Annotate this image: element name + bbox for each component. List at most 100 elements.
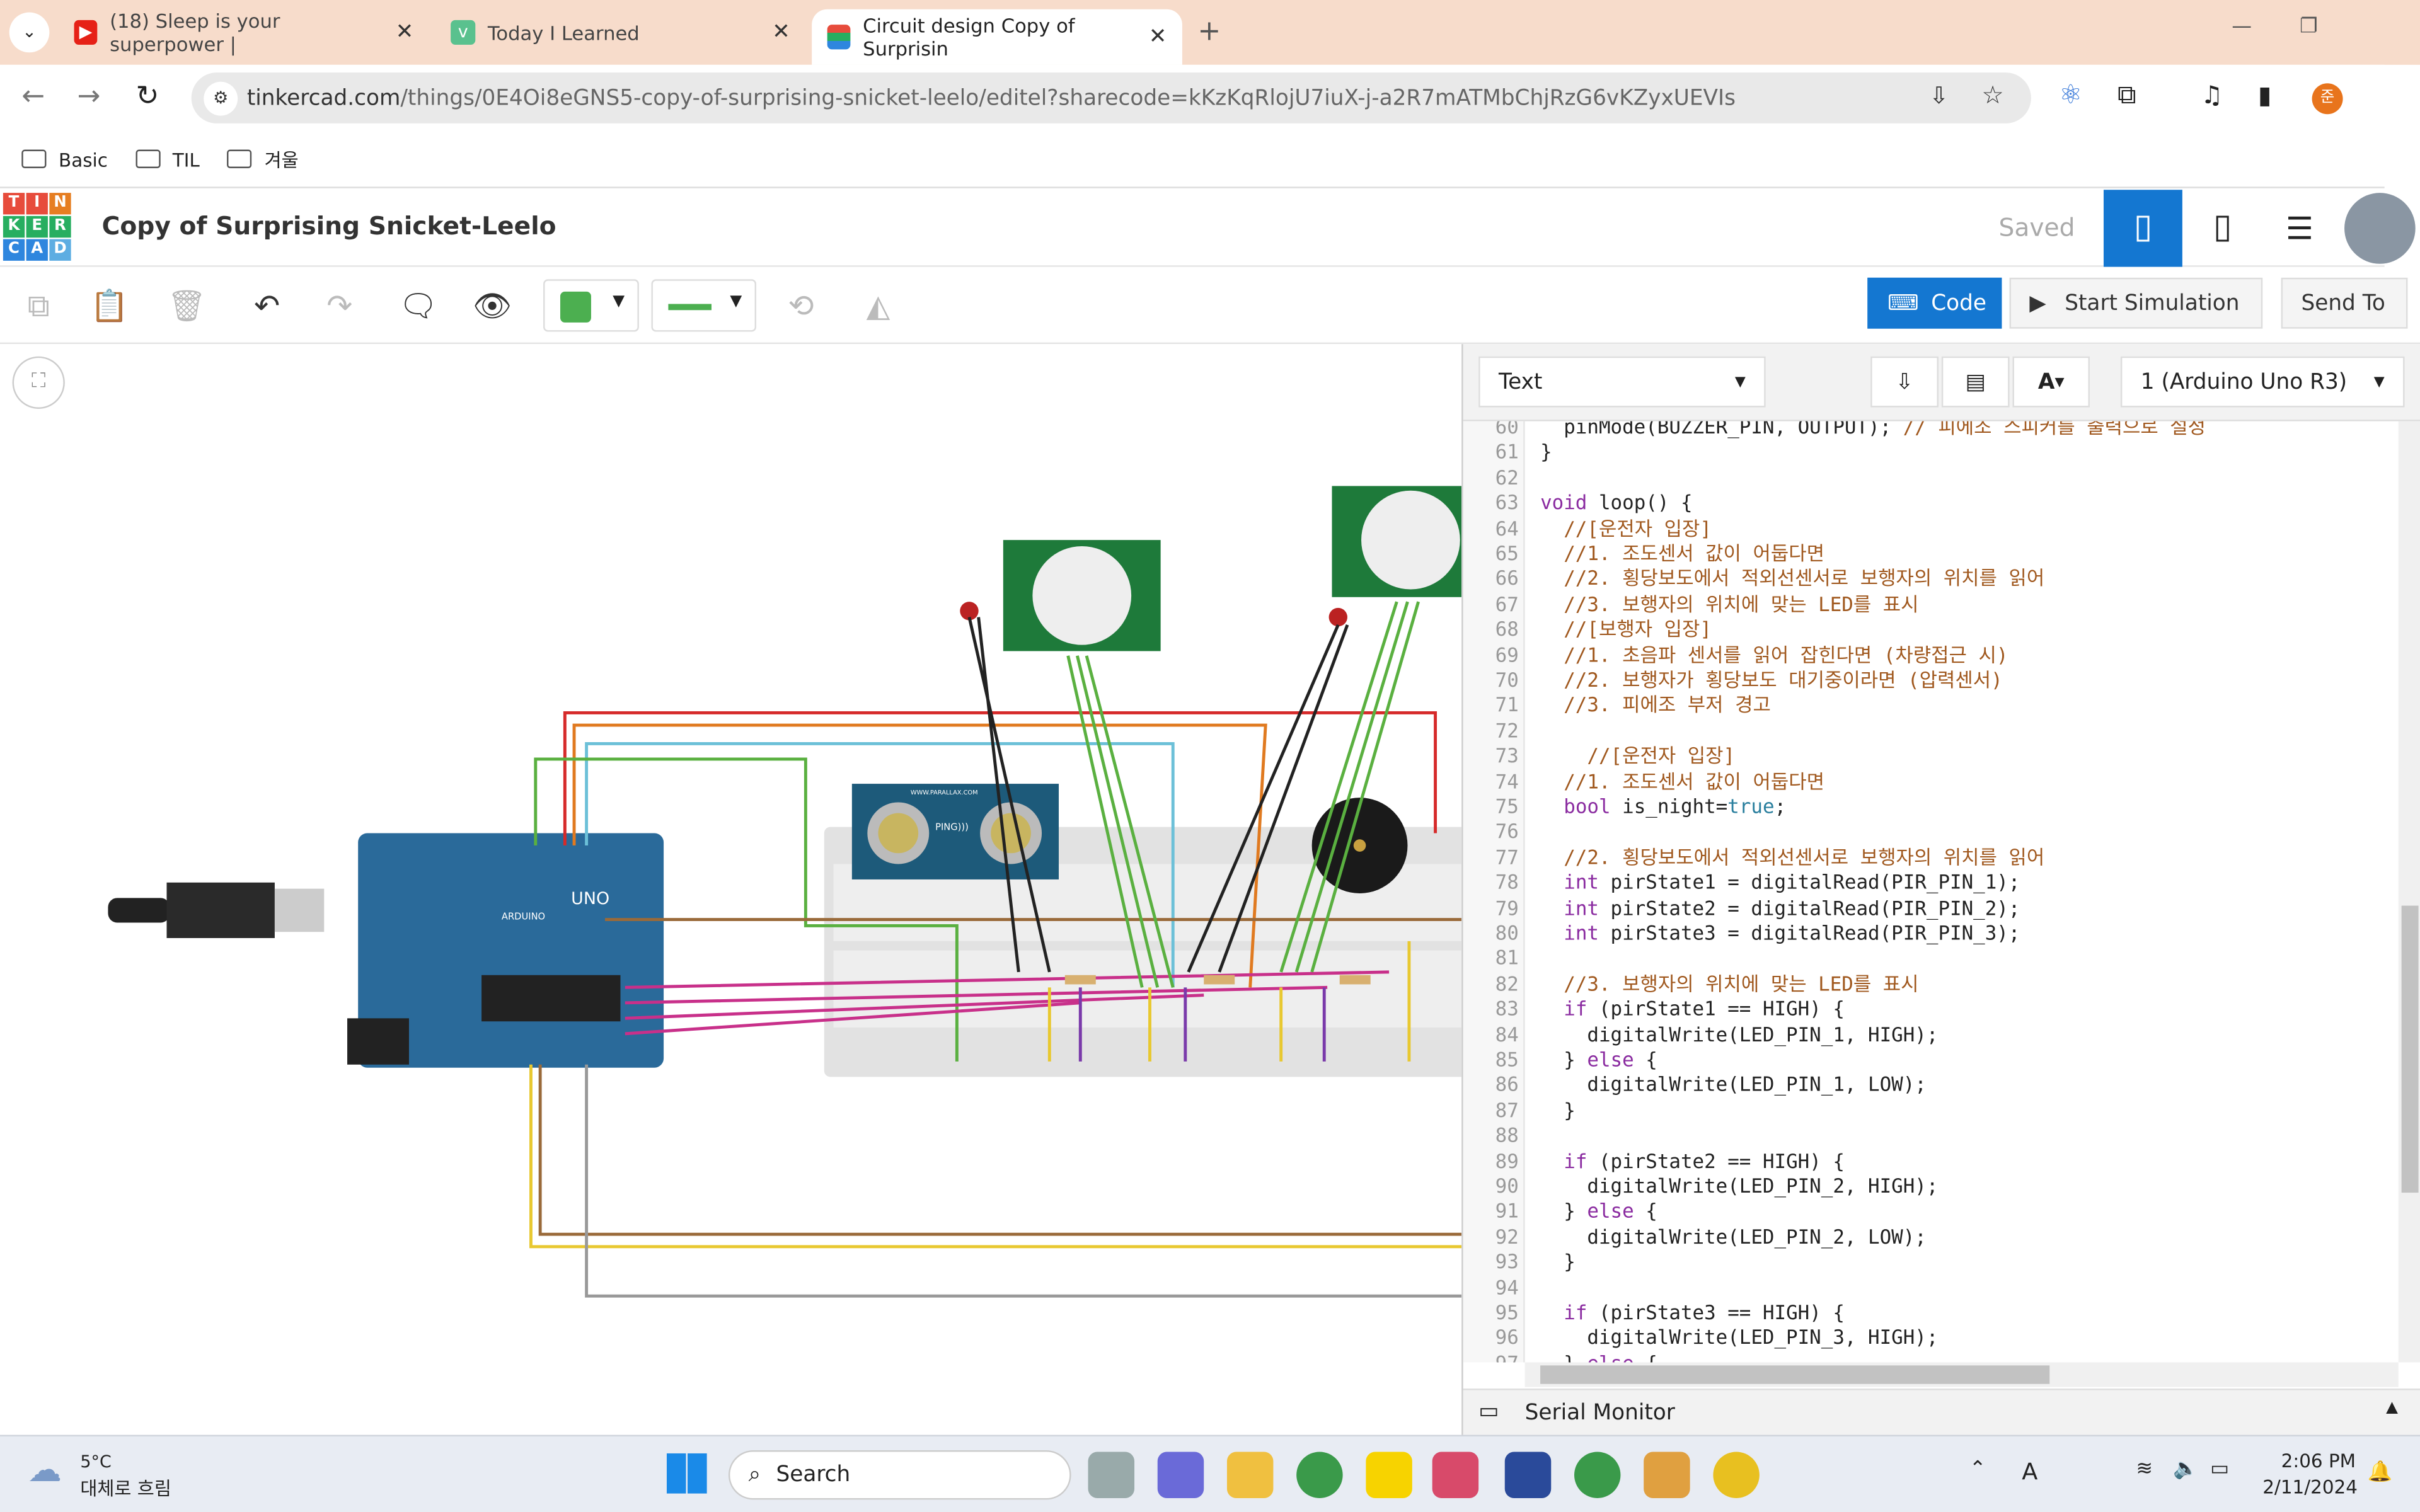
line-number: 81 bbox=[1495, 946, 1519, 970]
board-select[interactable]: 1 (Arduino Uno R3) ▼ bbox=[2120, 356, 2405, 408]
close-tab-icon[interactable]: ✕ bbox=[772, 20, 790, 45]
user-avatar[interactable] bbox=[2344, 193, 2416, 264]
app-icon[interactable] bbox=[1713, 1452, 1760, 1498]
undo-icon[interactable]: ↶ bbox=[247, 285, 287, 326]
url-input[interactable]: ⚙ tinkercad.com/things/0E4Oi8eGNS5-copy-… bbox=[191, 72, 2031, 123]
start-simulation-button[interactable]: ▶ Start Simulation bbox=[2009, 277, 2263, 329]
line-number: 67 bbox=[1495, 592, 1519, 616]
code-token: //3. 보행자의 위치에 맞는 LED를 표시 bbox=[1540, 971, 1919, 995]
code-token: loop() { bbox=[1587, 491, 1693, 514]
line-number: 92 bbox=[1495, 1225, 1519, 1248]
code-token: if bbox=[1564, 997, 1587, 1021]
serial-monitor-bar[interactable]: ▭ Serial Monitor ▲ bbox=[1463, 1389, 2420, 1435]
tab-title: Today I Learned bbox=[487, 21, 640, 44]
task-view-icon[interactable] bbox=[1088, 1452, 1135, 1498]
back-icon[interactable]: ← bbox=[21, 80, 45, 112]
site-info-icon[interactable]: ⚙ bbox=[204, 81, 238, 116]
volume-icon[interactable]: 🔈 bbox=[2173, 1458, 2198, 1481]
code-token: else bbox=[1587, 1199, 1634, 1223]
extensions-icon[interactable]: ⧉ bbox=[2118, 80, 2136, 111]
line-number: 83 bbox=[1495, 997, 1519, 1021]
ime-icon[interactable]: A bbox=[2022, 1458, 2037, 1486]
minimize-button[interactable]: — bbox=[2232, 15, 2252, 38]
weather-icon[interactable]: ☁ bbox=[28, 1452, 62, 1491]
tray-chevron-icon[interactable]: ⌃ bbox=[1969, 1458, 1986, 1481]
forward-icon[interactable]: → bbox=[77, 80, 100, 112]
expand-icon[interactable]: ▲ bbox=[2386, 1399, 2398, 1416]
browser-tab-active[interactable]: Circuit design Copy of Surprisin ✕ bbox=[812, 9, 1182, 65]
weather-temp[interactable]: 5°C bbox=[80, 1452, 111, 1472]
notes-icon[interactable]: 🗨 bbox=[398, 285, 439, 326]
code-button[interactable]: ⌨ Code bbox=[1867, 277, 2002, 329]
send-to-button[interactable]: Send To bbox=[2281, 277, 2408, 329]
line-number: 64 bbox=[1495, 516, 1519, 540]
code-toolbar: Text ▼ ⇩ ▤ A ▼ 1 (Arduino Uno R3) ▼ bbox=[1463, 344, 2420, 421]
maximize-button[interactable]: ❐ bbox=[2300, 15, 2318, 38]
line-number: 90 bbox=[1495, 1174, 1519, 1198]
clock-date[interactable]: 2/11/2024 bbox=[2262, 1477, 2358, 1498]
mirror-icon[interactable]: ◭ bbox=[858, 285, 899, 326]
code-line: 69 //1. 초음파 센서를 읽어 잡힌다면 (차량접근 시) bbox=[1463, 643, 2389, 668]
color-picker[interactable]: ▼ bbox=[543, 279, 639, 332]
reload-icon[interactable]: ↻ bbox=[136, 80, 159, 112]
show-notes-icon[interactable]: 👁 bbox=[472, 285, 512, 326]
snipping-tool-icon[interactable] bbox=[1432, 1452, 1479, 1498]
component-list-button[interactable]: ☰ bbox=[2262, 190, 2337, 266]
kakaotalk-icon[interactable] bbox=[1366, 1452, 1412, 1498]
delete-icon[interactable]: 🗑 bbox=[166, 285, 207, 326]
tab-search-button[interactable]: ⌄ bbox=[9, 12, 50, 53]
taskbar-search[interactable]: ⌕ Search bbox=[728, 1450, 1071, 1500]
bookmark-folder[interactable]: Basic bbox=[21, 149, 108, 171]
react-devtools-icon[interactable]: ⚛ bbox=[2059, 80, 2082, 111]
font-size-button[interactable]: A ▼ bbox=[2012, 356, 2090, 408]
browser-tab[interactable]: ▶ (18) Sleep is your superpower | ✕ bbox=[59, 9, 429, 55]
rotate-icon[interactable]: ⟲ bbox=[781, 285, 821, 326]
weather-desc[interactable]: 대체로 흐림 bbox=[80, 1475, 171, 1501]
bookmark-folder[interactable]: TIL bbox=[135, 149, 200, 171]
battery-icon[interactable]: ▭ bbox=[2210, 1458, 2229, 1481]
install-icon[interactable]: ⇩ bbox=[1929, 82, 1949, 110]
close-tab-icon[interactable]: ✕ bbox=[396, 20, 414, 45]
line-number: 66 bbox=[1495, 566, 1519, 590]
libraries-button[interactable]: ▤ bbox=[1941, 356, 2010, 408]
code-token: //[운전자 입장] bbox=[1540, 516, 1712, 540]
wifi-icon[interactable]: ≋ bbox=[2136, 1458, 2153, 1481]
profile-avatar[interactable]: 준 bbox=[2312, 83, 2343, 115]
code-editor[interactable]: 60 pinMode(BUZZER_PIN, OUTPUT); // 피에조 스… bbox=[1463, 421, 2399, 1363]
code-token: //2. 횡당보도에서 적외선센서로 보행자의 위치를 읽어 bbox=[1540, 845, 2045, 869]
schematic-view-button[interactable]: ▯ bbox=[2189, 190, 2257, 266]
download-code-button[interactable]: ⇩ bbox=[1870, 356, 1939, 408]
horizontal-scrollbar[interactable] bbox=[1524, 1362, 2399, 1387]
circuit-view-button[interactable]: ▯ bbox=[2103, 190, 2182, 267]
redo-icon[interactable]: ↷ bbox=[320, 285, 360, 326]
copy-icon[interactable]: ⧉ bbox=[18, 285, 59, 326]
paste-icon[interactable]: 📋 bbox=[89, 285, 130, 326]
file-explorer-icon[interactable] bbox=[1226, 1452, 1274, 1498]
tinkercad-logo[interactable]: TIN KER CAD bbox=[3, 193, 71, 261]
star-icon[interactable]: ☆ bbox=[1982, 80, 2004, 110]
browser-tab[interactable]: v Today I Learned ✕ bbox=[435, 9, 806, 55]
teams-icon[interactable] bbox=[1157, 1452, 1204, 1498]
code-line: 62 bbox=[1463, 466, 2389, 491]
design-title[interactable]: Copy of Surprising Snicket-Leelo bbox=[102, 212, 556, 241]
play-icon: ▶ bbox=[2029, 290, 2046, 316]
code-token: //[운전자 입장] bbox=[1540, 743, 1736, 767]
clock-time[interactable]: 2:06 PM bbox=[2281, 1450, 2356, 1472]
chrome-icon[interactable] bbox=[1296, 1452, 1343, 1498]
media-icon[interactable]: ♫ bbox=[2201, 80, 2223, 110]
led-2 bbox=[1328, 607, 1347, 627]
devhome-icon[interactable] bbox=[1504, 1452, 1552, 1498]
close-tab-icon[interactable]: ✕ bbox=[1149, 25, 1167, 49]
start-icon[interactable] bbox=[666, 1453, 707, 1494]
code-token: } bbox=[1540, 1098, 1576, 1121]
circuit-canvas[interactable]: ⛶ UNO ARDUINO PING))) WWW.PARALLAX.COM bbox=[0, 344, 1462, 1435]
side-panel-icon[interactable]: ▮ bbox=[2258, 80, 2272, 110]
code-mode-select[interactable]: Text ▼ bbox=[1478, 356, 1766, 408]
new-tab-button[interactable]: + bbox=[1197, 15, 1221, 47]
app-icon[interactable] bbox=[1644, 1452, 1690, 1498]
chrome-profile-icon[interactable] bbox=[1574, 1452, 1621, 1498]
wire-type-picker[interactable]: ▼ bbox=[651, 279, 757, 332]
notification-bell-icon[interactable]: 🔔 bbox=[2368, 1461, 2393, 1484]
vertical-scrollbar[interactable] bbox=[2398, 421, 2420, 1363]
bookmark-folder[interactable]: 겨울 bbox=[227, 147, 299, 173]
